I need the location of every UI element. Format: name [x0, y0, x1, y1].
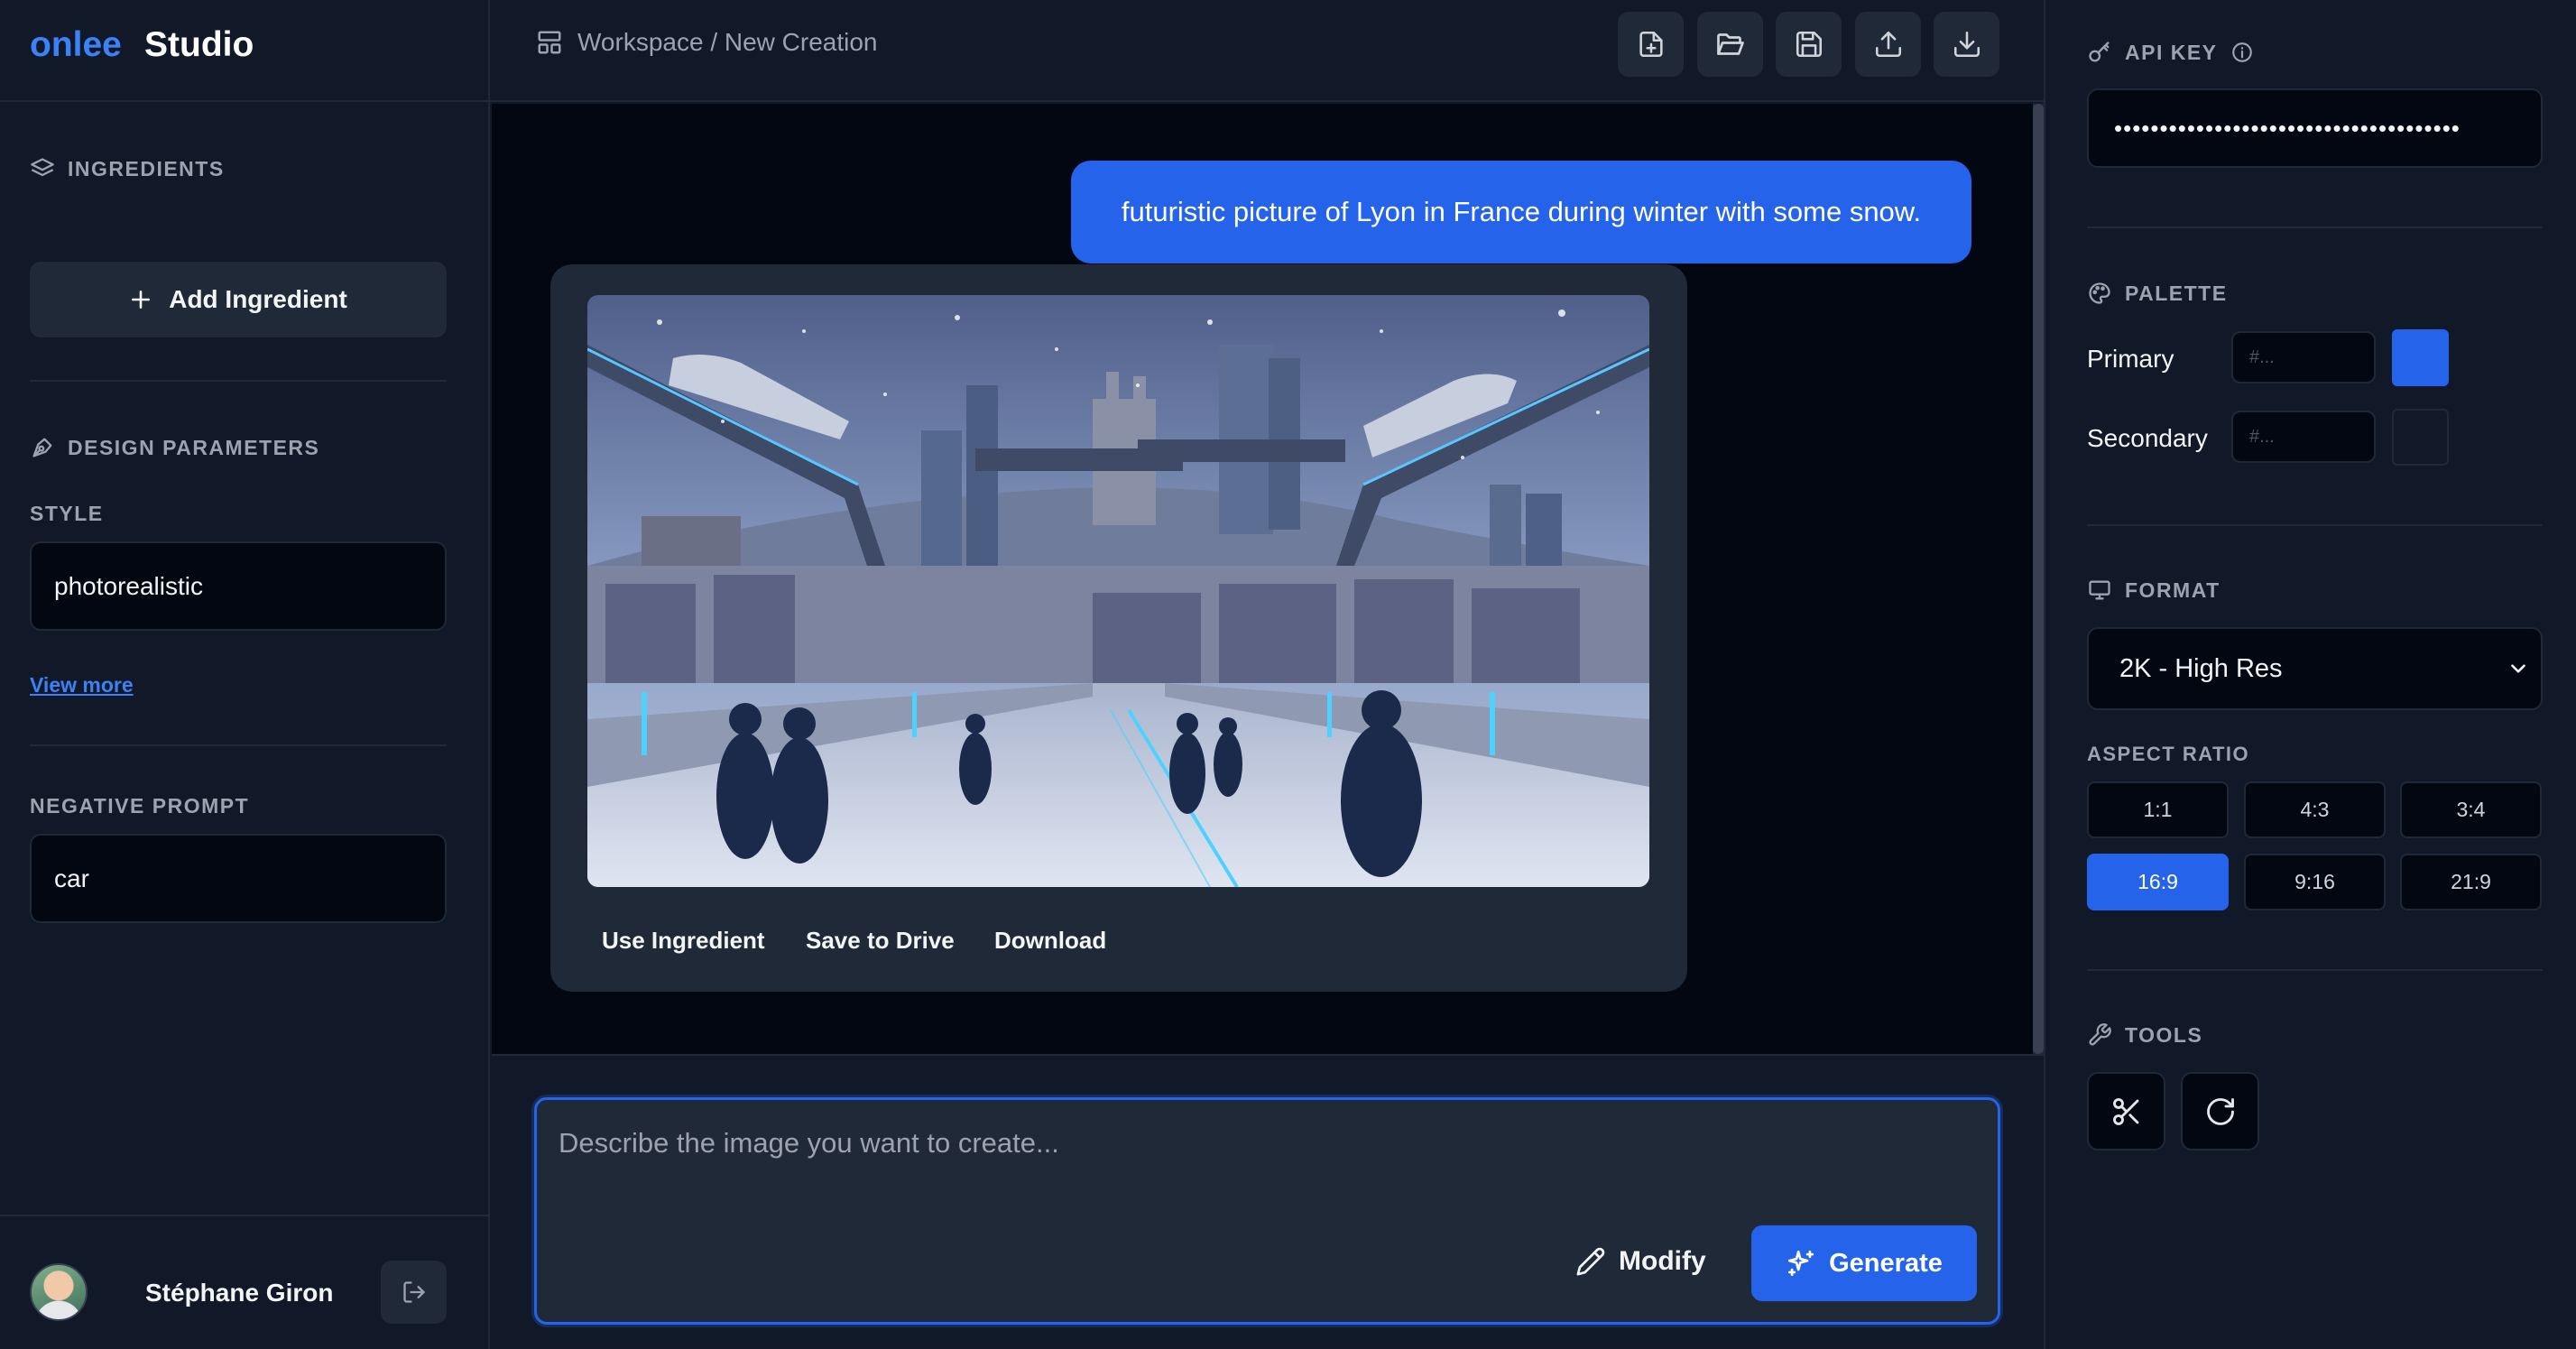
panel-divider	[2087, 969, 2543, 971]
negative-prompt-value: car	[54, 864, 89, 892]
user-message-bubble: futuristic picture of Lyon in France dur…	[1071, 161, 1971, 263]
info-icon[interactable]	[2230, 41, 2254, 64]
style-value: photorealistic	[54, 571, 203, 600]
negative-prompt-label: NEGATIVE PROMPT	[30, 794, 250, 818]
new-file-button[interactable]	[1618, 12, 1684, 77]
pen-tool-icon	[30, 435, 55, 460]
palette-title: PALETTE	[2125, 281, 2228, 305]
secondary-color-swatch[interactable]	[2392, 409, 2449, 466]
save-to-drive-button[interactable]: Save to Drive	[806, 927, 955, 955]
layers-icon	[30, 156, 55, 181]
api-key-section-title: API KEY	[2087, 40, 2254, 65]
design-params-section-title: DESIGN PARAMETERS	[30, 435, 319, 460]
generate-label: Generate	[1829, 1248, 1943, 1278]
aspect-ratio-16-9[interactable]: 16:9	[2087, 854, 2229, 910]
primary-label: Primary	[2087, 345, 2174, 373]
primary-hex-placeholder: #...	[2249, 346, 2275, 367]
modify-button[interactable]: Modify	[1575, 1224, 1720, 1299]
open-folder-icon	[1714, 28, 1747, 60]
upload-button[interactable]	[1855, 12, 1921, 77]
use-ingredient-button[interactable]: Use Ingredient	[602, 927, 765, 955]
tools-title: TOOLS	[2125, 1022, 2203, 1047]
aspect-ratio-label: ASPECT RATIO	[2087, 743, 2250, 765]
download-icon	[1952, 29, 1982, 60]
modify-label: Modify	[1619, 1246, 1706, 1276]
format-select[interactable]: 2K - High Res	[2087, 627, 2543, 710]
aspect-ratio-9-16[interactable]: 9:16	[2244, 854, 2386, 910]
secondary-hex-placeholder: #...	[2249, 426, 2275, 447]
add-ingredient-button[interactable]: Add Ingredient	[30, 262, 447, 337]
aspect-ratio-1-1[interactable]: 1:1	[2087, 781, 2229, 838]
open-folder-button[interactable]	[1697, 12, 1763, 77]
aspect-ratio-21-9[interactable]: 21:9	[2400, 854, 2542, 910]
api-key-title: API KEY	[2125, 40, 2218, 64]
cut-tool-button[interactable]	[2087, 1072, 2165, 1150]
pencil-icon	[1575, 1246, 1606, 1277]
sidebar-divider	[30, 744, 447, 746]
plus-icon	[129, 288, 152, 311]
design-params-title: DESIGN PARAMETERS	[68, 435, 320, 459]
download-button[interactable]	[1934, 12, 1999, 77]
key-icon	[2087, 40, 2112, 65]
chat-scrollbar[interactable]	[2033, 104, 2044, 1054]
new-file-icon	[1636, 29, 1667, 60]
aspect-ratio-4-3[interactable]: 4:3	[2244, 781, 2386, 838]
style-label: STYLE	[30, 502, 104, 525]
chevron-down-icon	[2507, 657, 2530, 680]
scissors-icon	[2110, 1095, 2143, 1128]
format-section-title: FORMAT	[2087, 577, 2221, 603]
save-icon	[1794, 29, 1824, 60]
ingredients-title: INGREDIENTS	[68, 156, 225, 180]
save-button[interactable]	[1776, 12, 1842, 77]
negative-prompt-field[interactable]: car	[30, 834, 447, 923]
ingredients-section-title: INGREDIENTS	[30, 156, 225, 181]
add-ingredient-label: Add Ingredient	[169, 285, 347, 313]
palette-section-title: PALETTE	[2087, 281, 2228, 306]
sidebar-divider	[30, 380, 447, 382]
tools-section-title: TOOLS	[2087, 1022, 2202, 1048]
avatar[interactable]	[30, 1263, 88, 1321]
primary-hex-input[interactable]: #...	[2231, 331, 2376, 383]
rotate-tool-button[interactable]	[2181, 1072, 2259, 1150]
user-message-text: futuristic picture of Lyon in France dur…	[1121, 196, 1922, 227]
view-more-link[interactable]: View more	[30, 673, 134, 698]
generated-image[interactable]	[587, 295, 1649, 887]
prompt-placeholder: Describe the image you want to create...	[559, 1127, 1059, 1159]
panel-divider	[2087, 226, 2543, 228]
primary-color-swatch[interactable]	[2392, 329, 2449, 386]
secondary-label: Secondary	[2087, 424, 2208, 452]
generate-button[interactable]: Generate	[1751, 1225, 1977, 1301]
wrench-icon	[2087, 1022, 2112, 1048]
secondary-hex-input[interactable]: #...	[2231, 411, 2376, 463]
sparkles-icon	[1786, 1248, 1816, 1279]
monitor-icon	[2087, 577, 2112, 603]
style-field[interactable]: photorealistic	[30, 541, 447, 631]
api-key-value: ••••••••••••••••••••••••••••••••••••••	[2114, 114, 2461, 142]
api-key-input[interactable]: ••••••••••••••••••••••••••••••••••••••	[2087, 88, 2543, 168]
layout-icon	[536, 29, 563, 56]
brand-logo-part2: Studio	[144, 25, 254, 64]
brand-logo-part1: onlee	[30, 25, 122, 64]
format-value: 2K - High Res	[2119, 653, 2283, 683]
upload-icon	[1873, 29, 1904, 60]
rotate-icon	[2204, 1095, 2237, 1128]
panel-divider	[2087, 524, 2543, 526]
download-image-button[interactable]: Download	[994, 927, 1106, 955]
breadcrumb: Workspace / New Creation	[536, 28, 878, 57]
format-title: FORMAT	[2125, 577, 2221, 602]
breadcrumb-text: Workspace / New Creation	[577, 28, 878, 56]
aspect-ratio-3-4[interactable]: 3:4	[2400, 781, 2542, 838]
user-name: Stéphane Giron	[145, 1279, 334, 1307]
palette-icon	[2087, 281, 2112, 306]
logout-button[interactable]	[381, 1261, 447, 1324]
logout-icon	[402, 1280, 427, 1305]
